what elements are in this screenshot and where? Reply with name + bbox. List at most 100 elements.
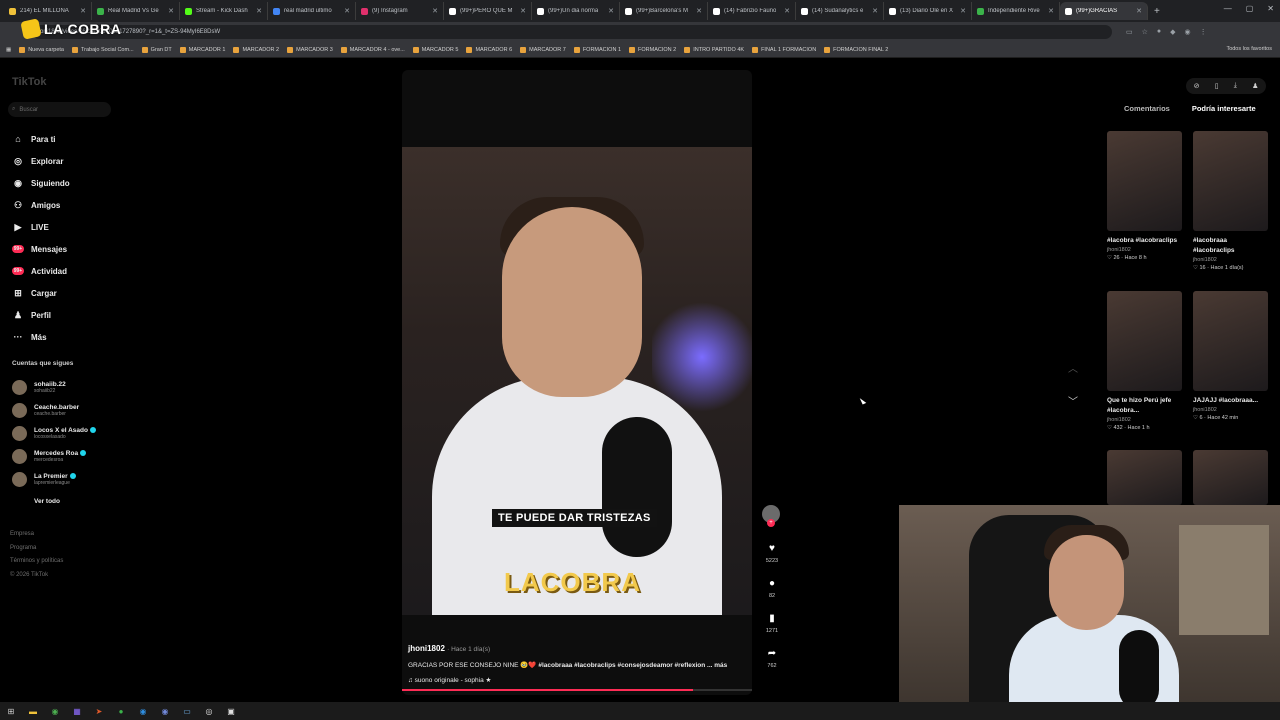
tab-close-icon[interactable]: ✕ — [872, 7, 878, 15]
tab-close-icon[interactable]: ✕ — [80, 7, 86, 15]
footer-link[interactable]: Empresa — [10, 528, 63, 542]
tab-close-icon[interactable]: ✕ — [696, 7, 702, 15]
video-thumbnail[interactable] — [1193, 291, 1268, 391]
comment-action[interactable]: ● 82 — [762, 578, 782, 599]
user-avatar[interactable]: ♟ — [1252, 82, 1258, 90]
browser-tab[interactable]: (99+)PERO QUE M ✕ — [444, 2, 532, 20]
sidebar-item-cargar[interactable]: ⊞ Cargar — [12, 282, 70, 304]
followed-account[interactable]: Locos X el Asado locosxelasado — [12, 422, 96, 445]
sidebar-item-explorar[interactable]: ◎ Explorar — [12, 150, 70, 172]
tab-close-icon[interactable]: ✕ — [256, 7, 262, 15]
bookmark-item[interactable]: MARCADOR 3 — [287, 46, 333, 53]
address-bar[interactable]: oni1802/video/7612470970191727890?_r=1&_… — [32, 25, 1112, 39]
recorder-icon[interactable]: ◎ — [204, 706, 214, 716]
tab-close-icon[interactable]: ✕ — [608, 7, 614, 15]
tab-close-icon[interactable]: ✕ — [168, 7, 174, 15]
sidebar-item-m-s[interactable]: ··· Más — [12, 326, 70, 348]
recommended-video[interactable]: Que te hizo Perú jefe #lacobra... jhoni18… — [1107, 291, 1182, 431]
file-explorer-icon[interactable]: ▬ — [28, 706, 38, 716]
previous-video-icon[interactable]: ︿ — [1068, 360, 1078, 375]
bookmark-item[interactable]: MARCADOR 2 — [233, 46, 279, 53]
tab-close-icon[interactable]: ✕ — [344, 7, 350, 15]
bookmark-item[interactable]: Nueva carpeta — [19, 46, 64, 53]
footer-link[interactable]: Términos y políticas — [10, 555, 63, 569]
profile-avatar-icon[interactable]: ◉ — [1185, 28, 1191, 36]
chrome-icon[interactable]: ◉ — [50, 706, 60, 716]
tab-podria-interesarte[interactable]: Podría interesarte — [1192, 104, 1256, 113]
followed-account[interactable]: sohaiib.22 sohaiib22 — [12, 376, 96, 399]
discord-icon[interactable]: ◉ — [160, 706, 170, 716]
extension-icon[interactable]: ● — [1157, 28, 1161, 36]
next-video-icon[interactable]: ﹀ — [1068, 393, 1078, 408]
bookmark-item[interactable]: FORMACION 1 — [573, 46, 621, 53]
tab-close-icon[interactable]: ✕ — [960, 7, 966, 15]
video-thumbnail[interactable] — [1107, 450, 1182, 505]
bookmark-item[interactable]: Gran DT — [141, 46, 172, 53]
tab-close-icon[interactable]: ✕ — [520, 7, 526, 15]
bookmark-item[interactable]: FORMACION FINAL 2 — [824, 46, 888, 53]
windows-start-icon[interactable]: ⊞ — [6, 706, 16, 716]
apps-icon[interactable]: ▦ — [6, 47, 11, 53]
share-action[interactable]: ➦ 762 — [762, 648, 782, 669]
tab-comentarios[interactable]: Comentarios — [1124, 104, 1170, 113]
recommended-video[interactable]: #lacobra #lacobraclips jhoni1802 ♡ 26 · Ha… — [1107, 131, 1182, 261]
sidebar-item-mensajes[interactable]: 99+ Mensajes — [12, 238, 70, 260]
browser-tab[interactable]: (99+)Un dia norma ✕ — [532, 2, 620, 20]
more-link[interactable]: más — [714, 662, 727, 669]
sidebar-item-para-ti[interactable]: ⌂ Para ti — [12, 128, 70, 150]
recommended-video[interactable]: JAJAJJ #lacobraaa... jhoni1802 ♡ 6 · Hace … — [1193, 291, 1268, 421]
creator-avatar[interactable]: + — [762, 505, 780, 527]
folder-icon[interactable]: ▭ — [182, 706, 192, 716]
video-thumbnail[interactable] — [1193, 131, 1268, 231]
edge-icon[interactable]: ◉ — [138, 706, 148, 716]
browser-tab[interactable]: Stream - Kick Dash ✕ — [180, 2, 268, 20]
save-action[interactable]: ▮ 1271 — [762, 613, 782, 634]
video-author[interactable]: jhoni1802 · Hace 1 día(s) — [408, 644, 490, 653]
new-tab-button[interactable]: + — [1154, 6, 1160, 17]
video-progress-bar[interactable] — [402, 689, 752, 691]
video-player[interactable]: TE PUEDE DAR TRISTEZAS LACOBRA — [402, 147, 752, 615]
bookmark-item[interactable]: MARCADOR 6 — [466, 46, 512, 53]
cast-icon[interactable]: ▭ — [1126, 28, 1133, 36]
browser-tab[interactable]: (99+)Barcelona's M ✕ — [620, 2, 708, 20]
follow-plus-icon[interactable]: + — [767, 519, 775, 527]
video-thumbnail[interactable] — [1107, 291, 1182, 391]
arrow-app-icon[interactable]: ➤ — [94, 706, 104, 716]
sidebar-item-actividad[interactable]: 99+ Actividad — [12, 260, 70, 282]
see-all-link[interactable]: Ver todo — [34, 498, 60, 505]
browser-tab[interactable]: (99+)GRACIAS ✕ — [1060, 2, 1148, 20]
browser-tab[interactable]: 214) EL MILLONA ✕ — [4, 2, 92, 20]
bookmark-item[interactable]: FORMACION 2 — [629, 46, 676, 53]
tiktok-logo[interactable]: TikTok — [12, 76, 46, 88]
xbox-icon[interactable]: ● — [116, 706, 126, 716]
tab-close-icon[interactable]: ✕ — [432, 7, 438, 15]
tab-close-icon[interactable]: ✕ — [784, 7, 790, 15]
browser-tab[interactable]: (13) Diario Olé en X ✕ — [884, 2, 972, 20]
star-icon[interactable]: ☆ — [1142, 28, 1148, 36]
bookmark-item[interactable]: INTRO PARTIDO 4K — [684, 46, 744, 53]
followed-account[interactable]: Mercedes Roa mercedesroa — [12, 445, 96, 468]
video-sound[interactable]: ♫ suono originale - sophia ★ — [408, 676, 491, 684]
maximize-icon[interactable]: ▢ — [1246, 4, 1254, 13]
app-grid-icon[interactable]: ▦ — [72, 706, 82, 716]
bookmark-item[interactable]: MARCADOR 4 - ove... — [340, 46, 405, 53]
video-thumbnail[interactable] — [1107, 131, 1182, 231]
puzzle-icon[interactable]: ◆ — [1170, 28, 1175, 36]
recommended-video[interactable] — [1193, 450, 1268, 505]
settings-icon[interactable]: ⊘ — [1194, 82, 1200, 90]
browser-tab[interactable]: Independiente Rive ✕ — [972, 2, 1060, 20]
bookmark-item[interactable]: MARCADOR 1 — [179, 46, 225, 53]
footer-link[interactable]: Programa — [10, 542, 63, 556]
device-icon[interactable]: ▯ — [1215, 82, 1219, 90]
terminal-icon[interactable]: ▣ — [226, 706, 236, 716]
desc-hashtags[interactable]: #lacobraaa #lacobraclips #consejosdeamor… — [538, 662, 712, 669]
followed-account[interactable]: Ceache.barber ceache.barber — [12, 399, 96, 422]
sidebar-item-perfil[interactable]: ♟ Perfil — [12, 304, 70, 326]
bookmark-item[interactable]: Trabajo Social Com... — [71, 46, 134, 53]
author-name[interactable]: jhoni1802 — [408, 644, 445, 653]
bookmark-item[interactable]: MARCADOR 5 — [412, 46, 458, 53]
sidebar-item-live[interactable]: ▶ LIVE — [12, 216, 70, 238]
recommended-video[interactable] — [1107, 450, 1182, 505]
video-thumbnail[interactable] — [1193, 450, 1268, 505]
like-action[interactable]: ♥ 5223 — [762, 543, 782, 564]
